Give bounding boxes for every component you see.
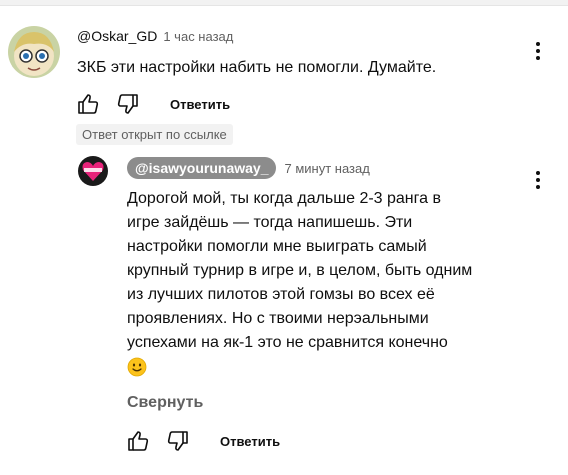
collapse-button[interactable]: Свернуть — [127, 394, 203, 412]
comment-header: @Oskar_GD 1 час назад — [77, 28, 233, 44]
more-actions-button[interactable] — [526, 37, 550, 65]
comment-author[interactable]: @Oskar_GD — [77, 28, 157, 44]
reply-dislike-button[interactable] — [164, 427, 192, 455]
comment-actions: Ответить — [74, 90, 230, 118]
reply-time[interactable]: 7 минут назад — [284, 161, 369, 176]
reply-header: @isawyourunaway_ 7 минут назад — [127, 157, 370, 179]
top-divider — [0, 0, 568, 6]
reply-like-button[interactable] — [124, 427, 152, 455]
reply-text-line: успехами на як-1 это не сравнится конечн… — [127, 334, 448, 351]
like-button[interactable] — [74, 90, 102, 118]
thumbs-up-icon — [78, 94, 99, 114]
reply-text-line: крупный турнир в игре и, в целом, быть о… — [127, 262, 473, 279]
reply-more-actions-button[interactable] — [526, 166, 550, 194]
reply-text-line: настройки помогли мне выиграть самый — [127, 238, 427, 255]
thumbs-down-icon — [117, 94, 138, 114]
reply-text-line: проявлениях. Но с твоими нерэальными — [127, 310, 429, 327]
reply-reply-button[interactable]: Ответить — [220, 434, 280, 449]
reply-author[interactable]: @isawyourunaway_ — [127, 157, 277, 179]
linked-comment-badge: Ответ открыт по ссылке — [76, 124, 233, 145]
avatar[interactable] — [8, 26, 60, 78]
slightly-smiling-face-icon — [127, 357, 147, 377]
comment-text: ЗКБ эти настройки набить не помогли. Дум… — [77, 59, 437, 76]
reply-actions: Ответить — [124, 427, 280, 455]
thumbs-down-icon — [167, 431, 188, 451]
comment-time[interactable]: 1 час назад — [163, 29, 233, 44]
reply-text-line: Дорогой мой, ты когда дальше 2-3 ранга в — [127, 190, 441, 207]
reply-text-line: игре зайдёшь — тогда напишешь. Эти — [127, 214, 413, 231]
dislike-button[interactable] — [114, 90, 142, 118]
thumbs-up-icon — [128, 431, 149, 451]
reply-text: Дорогой мой, ты когда дальше 2-3 ранга в… — [127, 187, 472, 379]
reply-button[interactable]: Ответить — [170, 97, 230, 112]
reply-text-line: из лучших пилотов этой гомзы во всех её — [127, 286, 435, 303]
reply-avatar[interactable] — [78, 156, 108, 186]
